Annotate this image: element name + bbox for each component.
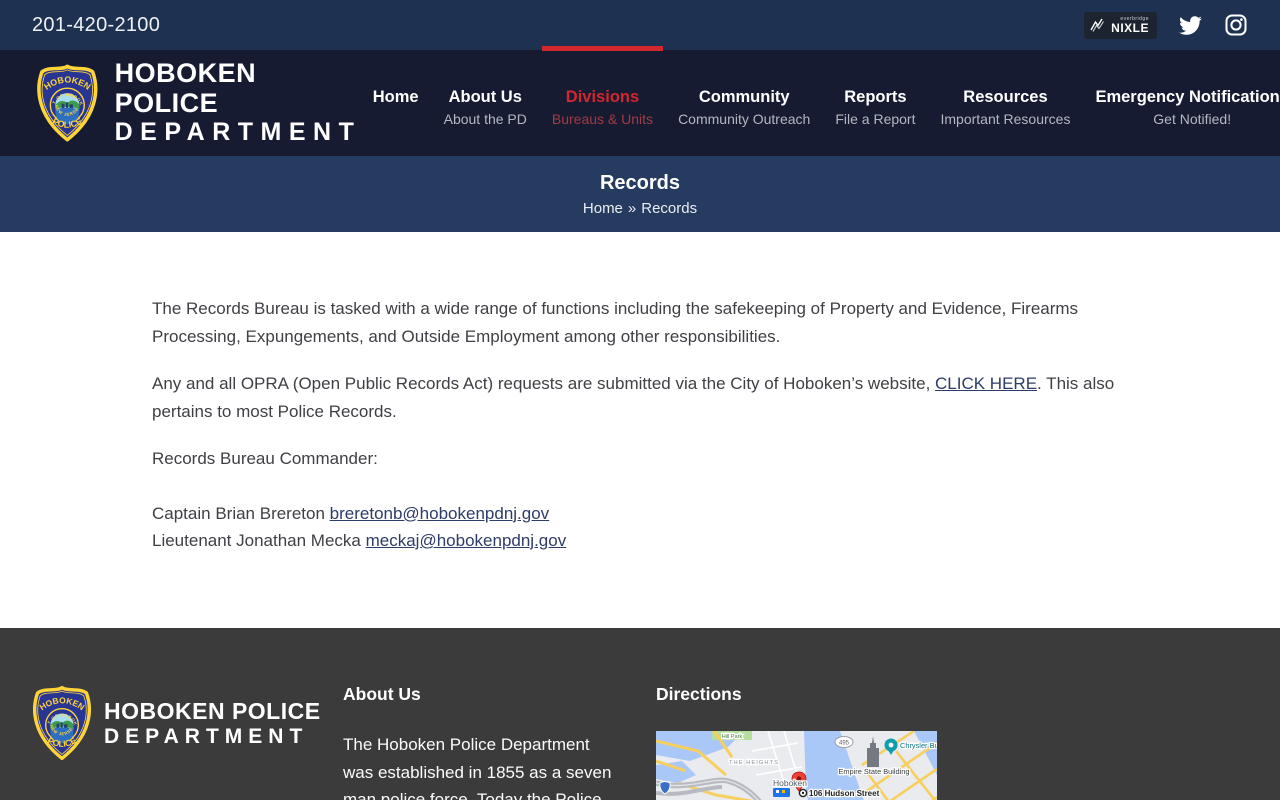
svg-text:495: 495 bbox=[839, 741, 850, 747]
map-route-shield: 495 bbox=[834, 736, 854, 748]
nixle-label: NIXLE bbox=[1111, 20, 1149, 35]
breadcrumb: Home » Records bbox=[583, 200, 697, 217]
nav-sublabel: Get Notified! bbox=[1153, 111, 1232, 127]
phone-number-link[interactable]: 201-420-2100 bbox=[32, 14, 160, 37]
captain-email-link[interactable]: breretonb@hobokenpdnj.gov bbox=[330, 504, 550, 523]
nav-label: About Us bbox=[448, 88, 522, 106]
main-navbar: HOBOKEN POLICE DEPARTMENT Home About Us … bbox=[0, 46, 1280, 156]
click-here-link[interactable]: CLICK HERE bbox=[935, 374, 1037, 393]
lieutenant-email-link[interactable]: meckaj@hobokenpdnj.gov bbox=[366, 531, 567, 550]
nixle-ridge-icon bbox=[1090, 18, 1105, 32]
map-label-the-heights: THE HEIGHTS bbox=[729, 760, 779, 766]
map-label-park: Hill Park bbox=[722, 734, 743, 740]
police-badge-icon bbox=[32, 62, 103, 144]
nav-item-resources[interactable]: Resources Important Resources bbox=[931, 50, 1081, 156]
footer-brand-line1: HOBOKEN POLICE bbox=[104, 698, 321, 724]
nav-item-home[interactable]: Home bbox=[363, 50, 429, 156]
map-label-empire-state: Empire State Building bbox=[838, 767, 909, 776]
twitter-icon[interactable] bbox=[1179, 15, 1202, 35]
brand-logo-link[interactable]: HOBOKEN POLICE DEPARTMENT bbox=[32, 57, 363, 147]
address-dot-icon bbox=[798, 788, 808, 798]
breadcrumb-separator: » bbox=[627, 199, 637, 217]
footer-brand[interactable]: HOBOKEN POLICE DEPARTMENT bbox=[28, 684, 343, 800]
nav-sublabel: Community Outreach bbox=[678, 111, 811, 127]
footer-directions-heading: Directions bbox=[656, 684, 742, 704]
nav-label: Emergency Notifications bbox=[1095, 88, 1280, 106]
map-label-chrysler: Chrysler Buil bbox=[900, 741, 937, 750]
nixle-badge-link[interactable]: everbridge NIXLE bbox=[1084, 11, 1157, 39]
nav-label: Reports bbox=[844, 88, 907, 106]
footer: HOBOKEN POLICE DEPARTMENT About Us The H… bbox=[0, 628, 1280, 800]
page-banner: Records Home » Records bbox=[0, 156, 1280, 232]
footer-brand-text: HOBOKEN POLICE DEPARTMENT bbox=[104, 698, 321, 750]
footer-about-section: About Us The Hoboken Police Department w… bbox=[343, 684, 656, 800]
police-badge-icon bbox=[28, 684, 96, 762]
google-map[interactable]: 495 Hill Park THE HEIGHTS Hoboken 106 Hu… bbox=[656, 731, 937, 800]
main-content: The Records Bureau is tasked with a wide… bbox=[0, 232, 1280, 628]
nav-sublabel: Important Resources bbox=[940, 111, 1071, 127]
nav-item-community[interactable]: Community Community Outreach bbox=[668, 50, 820, 156]
nav-items: Home About Us About the PD Divisions Bur… bbox=[363, 46, 1280, 156]
map-label-address: 106 Hudson Street bbox=[809, 789, 880, 798]
footer-brand-line2: DEPARTMENT bbox=[104, 725, 309, 749]
nav-sublabel: About the PD bbox=[443, 111, 527, 127]
map-transit-icons bbox=[773, 788, 790, 797]
brand-line1: HOBOKEN POLICE bbox=[114, 57, 257, 118]
lieutenant-name: Lieutenant Jonathan Mecka bbox=[152, 531, 366, 550]
nav-item-about-us[interactable]: About Us About the PD bbox=[434, 50, 537, 156]
footer-about-text: The Hoboken Police Department was establ… bbox=[343, 735, 612, 800]
map-label-hoboken: Hoboken bbox=[773, 778, 807, 788]
footer-directions-section: Directions 495 Hill Park THE HEIGHTS Hob… bbox=[656, 684, 937, 800]
nav-label: Home bbox=[372, 88, 419, 106]
nav-item-divisions[interactable]: Divisions Bureaus & Units bbox=[541, 46, 664, 156]
opra-paragraph: Any and all OPRA (Open Public Records Ac… bbox=[152, 370, 1130, 425]
nav-item-reports[interactable]: Reports File a Report bbox=[825, 50, 925, 156]
nav-item-emergency-notifications[interactable]: Emergency Notifications Get Notified! bbox=[1085, 50, 1280, 156]
captain-name: Captain Brian Brereton bbox=[152, 503, 330, 523]
records-intro-paragraph: The Records Bureau is tasked with a wide… bbox=[152, 299, 1079, 346]
commander-heading: Records Bureau Commander: bbox=[152, 449, 378, 468]
topbar-social-group: everbridge NIXLE bbox=[1084, 11, 1248, 39]
nav-label: Divisions bbox=[565, 88, 640, 106]
commander-contacts: Captain Brian Brereton breretonb@hoboken… bbox=[152, 500, 1130, 555]
footer-about-heading: About Us bbox=[343, 684, 421, 704]
nav-label: Resources bbox=[963, 88, 1048, 106]
brand-line2: DEPARTMENT bbox=[114, 118, 362, 147]
instagram-icon[interactable] bbox=[1224, 13, 1248, 37]
opra-text-before: Any and all OPRA (Open Public Records Ac… bbox=[152, 374, 936, 393]
breadcrumb-home-link[interactable]: Home bbox=[583, 200, 623, 217]
topbar: 201-420-2100 everbridge NIXLE bbox=[0, 0, 1280, 50]
nav-sublabel: Bureaus & Units bbox=[551, 111, 654, 127]
breadcrumb-current: Records bbox=[641, 199, 698, 217]
page-title: Records bbox=[599, 171, 681, 194]
brand-text: HOBOKEN POLICE DEPARTMENT bbox=[114, 57, 363, 147]
nav-sublabel: File a Report bbox=[835, 111, 916, 127]
nav-label: Community bbox=[698, 88, 790, 106]
